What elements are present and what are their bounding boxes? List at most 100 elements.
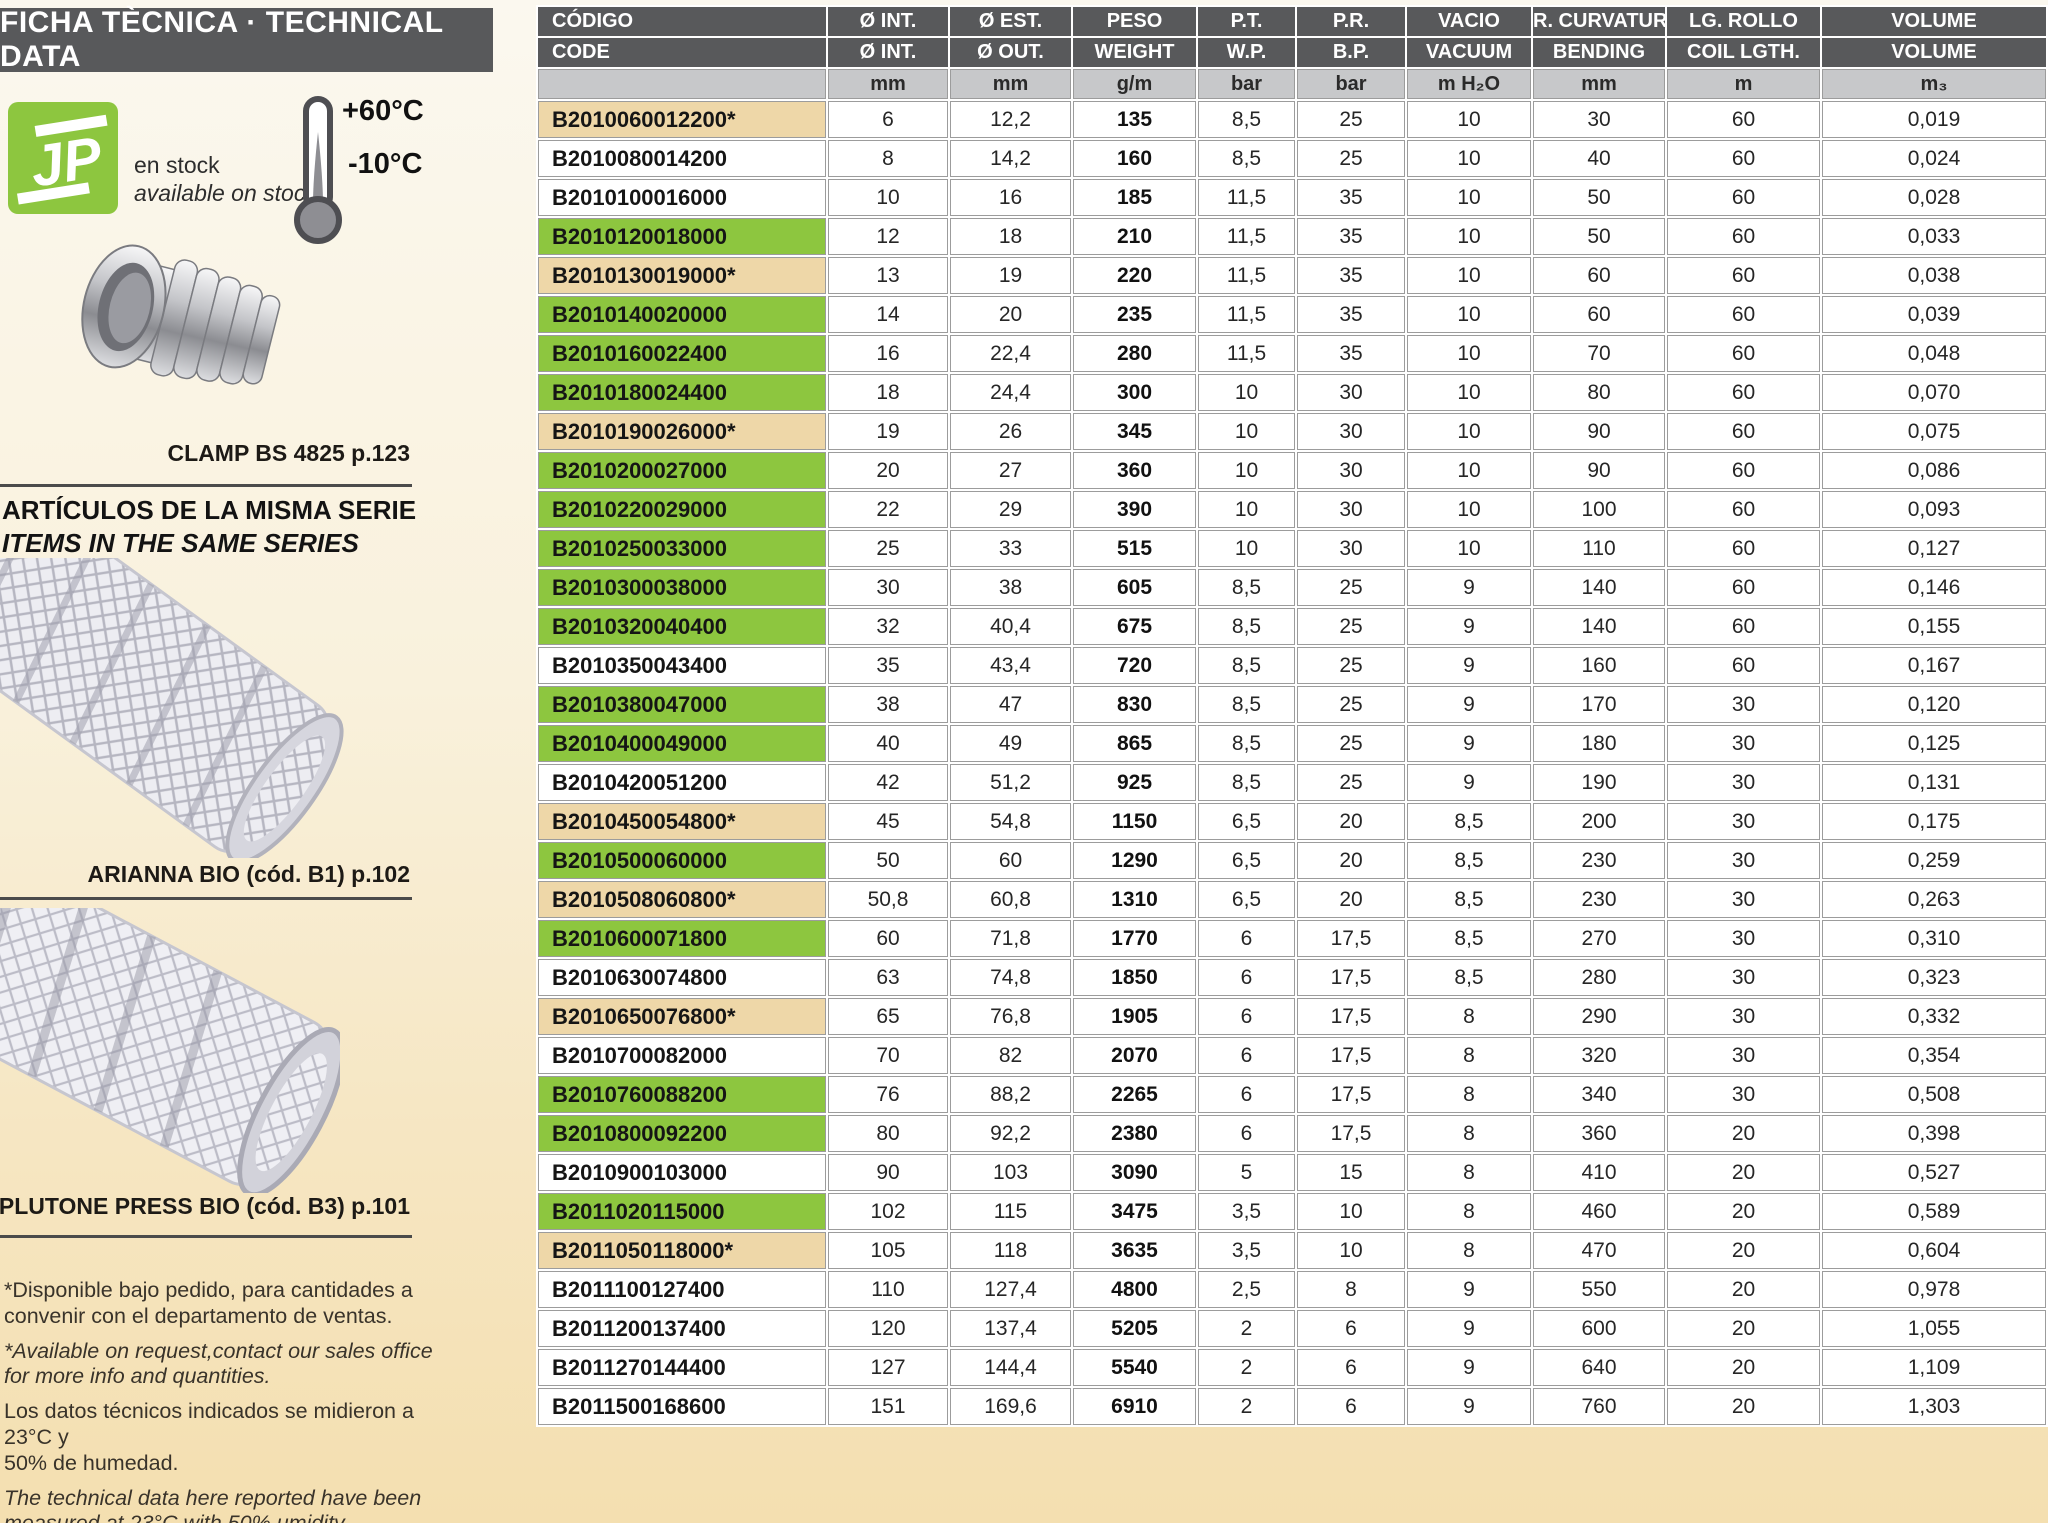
value-cell: 9: [1407, 1271, 1531, 1308]
value-cell: 220: [1073, 257, 1196, 294]
footnote-3: Los datos técnicos indicados se midieron…: [4, 1399, 434, 1476]
value-cell: 8,5: [1407, 842, 1531, 879]
value-cell: 2: [1198, 1310, 1295, 1347]
value-cell: 25: [1297, 647, 1405, 684]
value-cell: 11,5: [1198, 218, 1295, 255]
value-cell: 8: [1407, 1154, 1531, 1191]
value-cell: 35: [1297, 218, 1405, 255]
value-cell: 30: [1297, 491, 1405, 528]
value-cell: 8,5: [1198, 725, 1295, 762]
value-cell: 9: [1407, 1349, 1531, 1386]
value-cell: 600: [1533, 1310, 1665, 1347]
column-subheader-7: BENDING: [1533, 38, 1665, 67]
table-row: B201070008200070822070617,58320300,354: [538, 1037, 2046, 1074]
value-cell: 345: [1073, 413, 1196, 450]
value-cell: 9: [1407, 725, 1531, 762]
value-cell: 20: [1667, 1271, 1820, 1308]
table-row: B20103500434003543,47208,5259160600,167: [538, 647, 2046, 684]
value-cell: 27: [950, 452, 1071, 489]
value-cell: 30: [1667, 1037, 1820, 1074]
value-cell: 200: [1533, 803, 1665, 840]
value-cell: 20: [950, 296, 1071, 333]
column-header-0: CÓDIGO: [538, 7, 826, 36]
table-row: B2010100016000101618511,5351050600,028: [538, 179, 2046, 216]
value-cell: 118: [950, 1232, 1071, 1269]
code-cell: B2010060012200*: [538, 101, 826, 138]
value-cell: 605: [1073, 569, 1196, 606]
value-cell: 6: [1297, 1310, 1405, 1347]
value-cell: 20: [1297, 803, 1405, 840]
value-cell: 169,6: [950, 1388, 1071, 1425]
value-cell: 17,5: [1297, 998, 1405, 1035]
column-header-3: PESO: [1073, 7, 1196, 36]
code-cell: B2010160022400: [538, 335, 826, 372]
value-cell: 0,075: [1822, 413, 2046, 450]
value-cell: 105: [828, 1232, 948, 1269]
value-cell: 127,4: [950, 1271, 1071, 1308]
value-cell: 340: [1533, 1076, 1665, 1113]
value-cell: 60: [1667, 218, 1820, 255]
footnote-1: *Disponible bajo pedido, para cantidades…: [4, 1278, 434, 1330]
technical-data-table: CÓDIGOØ INT.Ø EST.PESOP.T.P.R.VACIOR. CU…: [536, 5, 2048, 1427]
page-title: FICHA TÈCNICA · TECHNICAL DATA: [0, 8, 493, 72]
value-cell: 8,5: [1198, 569, 1295, 606]
value-cell: 0,019: [1822, 101, 2046, 138]
column-header-4: P.T.: [1198, 7, 1295, 36]
table-body: B2010060012200*612,21358,5251030600,019B…: [538, 101, 2046, 1425]
value-cell: 0,398: [1822, 1115, 2046, 1152]
value-cell: 50: [1533, 179, 1665, 216]
value-cell: 17,5: [1297, 1037, 1405, 1074]
value-cell: 25: [1297, 725, 1405, 762]
value-cell: 0,604: [1822, 1232, 2046, 1269]
value-cell: 14,2: [950, 140, 1071, 177]
value-cell: 8,5: [1198, 647, 1295, 684]
table-row: B2010500060000506012906,5208,5230300,259: [538, 842, 2046, 879]
value-cell: 11,5: [1198, 296, 1295, 333]
value-cell: 30: [1297, 413, 1405, 450]
value-cell: 8,5: [1407, 803, 1531, 840]
value-cell: 63: [828, 959, 948, 996]
clamp-caption: CLAMP BS 4825 p.123: [168, 440, 410, 467]
value-cell: 8: [1407, 1193, 1531, 1230]
value-cell: 8,5: [1407, 959, 1531, 996]
column-unit-9: m₃: [1822, 69, 2046, 99]
table-row: B2010080014200814,21608,5251040600,024: [538, 140, 2046, 177]
hose2-caption: PLUTONE PRESS BIO (cód. B3) p.101: [0, 1193, 410, 1220]
value-cell: 1,303: [1822, 1388, 2046, 1425]
table-row: B20102200290002229390103010100600,093: [538, 491, 2046, 528]
footnote-4: The technical data here reported have be…: [4, 1486, 434, 1523]
value-cell: 0,033: [1822, 218, 2046, 255]
code-cell: B2010800092200: [538, 1115, 826, 1152]
value-cell: 3,5: [1198, 1193, 1295, 1230]
value-cell: 410: [1533, 1154, 1665, 1191]
code-cell: B2010300038000: [538, 569, 826, 606]
value-cell: 10: [1297, 1232, 1405, 1269]
value-cell: 17,5: [1297, 1076, 1405, 1113]
value-cell: 30: [1667, 998, 1820, 1035]
column-unit-1: mm: [828, 69, 948, 99]
value-cell: 20: [1667, 1388, 1820, 1425]
value-cell: 0,086: [1822, 452, 2046, 489]
column-subheader-5: B.P.: [1297, 38, 1405, 67]
value-cell: 10: [1407, 101, 1531, 138]
value-cell: 90: [828, 1154, 948, 1191]
value-cell: 0,125: [1822, 725, 2046, 762]
value-cell: 0,039: [1822, 296, 2046, 333]
code-cell: B2010180024400: [538, 374, 826, 411]
table-row: B2010130019000*131922011,5351060600,038: [538, 257, 2046, 294]
code-cell: B2010320040400: [538, 608, 826, 645]
value-cell: 0,527: [1822, 1154, 2046, 1191]
value-cell: 22,4: [950, 335, 1071, 372]
table-row: B20109001030009010330905158410200,527: [538, 1154, 2046, 1191]
value-cell: 9: [1407, 686, 1531, 723]
value-cell: 30: [1667, 881, 1820, 918]
value-cell: 6,5: [1198, 842, 1295, 879]
value-cell: 2070: [1073, 1037, 1196, 1074]
value-cell: 40: [1533, 140, 1665, 177]
code-cell: B2010080014200: [538, 140, 826, 177]
table-row: B2010450054800*4554,811506,5208,5200300,…: [538, 803, 2046, 840]
value-cell: 103: [950, 1154, 1071, 1191]
value-cell: 0,070: [1822, 374, 2046, 411]
value-cell: 18: [950, 218, 1071, 255]
value-cell: 135: [1073, 101, 1196, 138]
